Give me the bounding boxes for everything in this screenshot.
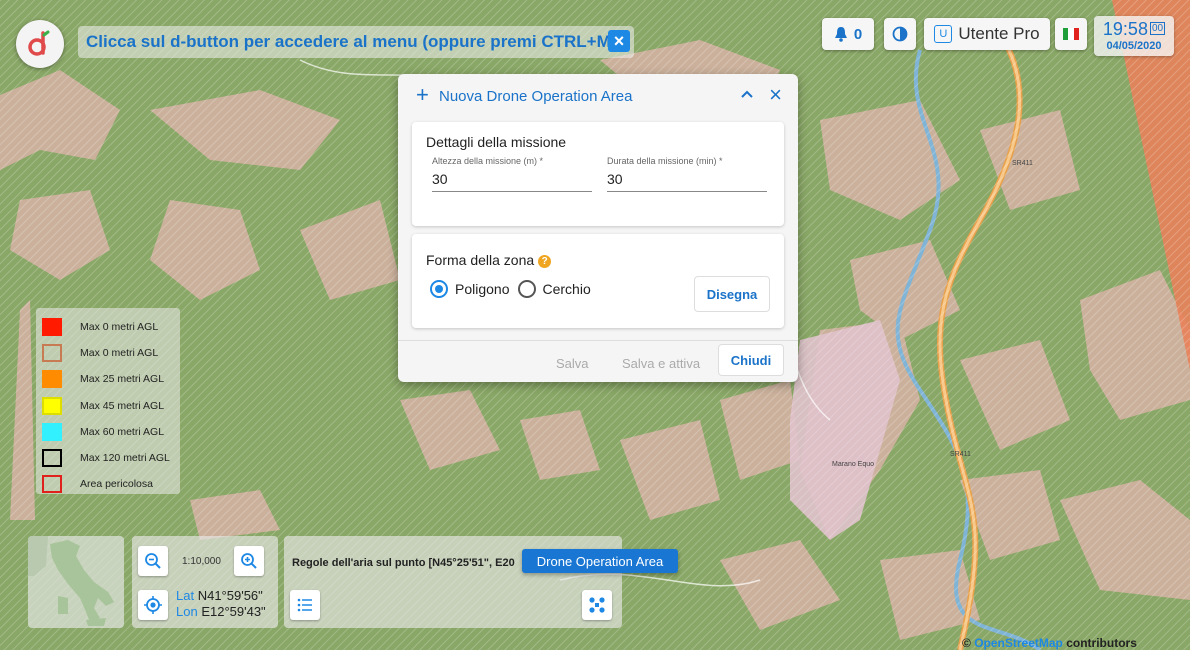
zoom-out-icon xyxy=(145,553,161,569)
save-activate-button[interactable]: Salva e attiva xyxy=(622,356,700,371)
zoom-in-icon xyxy=(241,553,257,569)
polygon-radio[interactable] xyxy=(430,280,448,298)
legend-item: Max 45 metri AGL xyxy=(42,393,180,419)
draw-button[interactable]: Disegna xyxy=(694,276,770,312)
duration-field: Durata della missione (min) * xyxy=(607,156,767,192)
legend-swatch xyxy=(42,344,62,363)
new-drone-area-dialog: + Nuova Drone Operation Area × Dettagli … xyxy=(398,74,798,382)
locate-button[interactable] xyxy=(138,590,168,620)
legend-label: Max 120 metri AGL xyxy=(80,452,170,465)
openstreetmap-link[interactable]: OpenStreetMap xyxy=(974,636,1063,650)
dialog-footer-divider xyxy=(398,340,798,341)
lat-key: Lat xyxy=(176,588,195,603)
circle-radio[interactable] xyxy=(517,280,536,298)
legend-swatch xyxy=(42,449,62,468)
legend-item: Max 120 metri AGL xyxy=(42,445,180,471)
clock-date: 04/05/2020 xyxy=(1106,40,1162,52)
drone-icon xyxy=(589,597,605,613)
theme-toggle-button[interactable] xyxy=(884,18,916,50)
menu-hint-text: Clicca sul d-button per accedere al menu… xyxy=(86,32,622,51)
legend-label: Max 60 metri AGL xyxy=(80,425,165,438)
circle-radio-label[interactable]: Cerchio xyxy=(543,281,591,297)
altitude-field: Altezza della missione (m) * xyxy=(432,156,592,192)
altitude-input[interactable] xyxy=(432,166,592,192)
legend-swatch xyxy=(42,370,62,389)
coordinates-readout: Lat N41°59'56" Lon E12°59'43" xyxy=(176,588,266,620)
close-hint-button[interactable]: × xyxy=(608,30,630,52)
altitude-legend: Max 0 metri AGL Max 0 metri AGL Max 25 m… xyxy=(36,308,180,494)
italy-map-icon xyxy=(28,536,114,626)
polygon-radio-label[interactable]: Poligono xyxy=(455,281,510,297)
mission-details-card: Dettagli della missione Altezza della mi… xyxy=(412,122,784,226)
user-badge-icon: U xyxy=(934,25,953,43)
map-label-town: Marano Equo xyxy=(832,461,875,468)
help-icon[interactable]: ? xyxy=(538,255,552,268)
save-button[interactable]: Salva xyxy=(556,356,589,371)
altitude-label: Altezza della missione (m) * xyxy=(432,156,544,166)
clock-time: 19:58 xyxy=(1102,19,1148,39)
lat-value: N41°59'56" xyxy=(197,588,263,603)
legend-item: Max 60 metri AGL xyxy=(42,419,180,445)
legend-swatch xyxy=(42,422,62,441)
dialog-title: Nuova Drone Operation Area xyxy=(439,88,633,105)
clock-seconds: 00 xyxy=(1149,22,1166,35)
contrast-icon xyxy=(892,26,908,42)
clock: 19:58 00 04/05/2020 xyxy=(1094,16,1174,56)
italy-minimap[interactable] xyxy=(28,536,124,628)
d-button[interactable] xyxy=(16,20,64,68)
zoom-in-button[interactable] xyxy=(234,546,264,576)
shape-title: Forma della zona? xyxy=(426,252,552,268)
legend-label: Max 0 metri AGL xyxy=(80,347,159,360)
zoom-out-button[interactable] xyxy=(138,546,168,576)
notifications-count: 0 xyxy=(853,25,863,43)
menu-hint-banner: Clicca sul d-button per accedere al menu… xyxy=(78,26,634,58)
list-button[interactable] xyxy=(290,590,320,620)
air-rules-text: Regole dell'aria sul punto [N45°25'51", … xyxy=(292,557,515,569)
duration-input[interactable] xyxy=(607,166,767,192)
map-label-road: SR411 xyxy=(1012,160,1033,167)
collapse-chevron-icon[interactable] xyxy=(738,86,756,104)
d-logo-icon xyxy=(28,30,50,56)
language-button[interactable] xyxy=(1055,18,1087,50)
map-attribution: © OpenStreetMap contributors xyxy=(962,636,1137,650)
close-button[interactable]: Chiudi xyxy=(718,344,784,376)
legend-swatch xyxy=(42,396,62,415)
duration-label: Durata della missione (min) * xyxy=(607,156,723,166)
scale-text: 1:10,000 xyxy=(182,556,221,567)
legend-label: Area pericolosa xyxy=(80,478,153,491)
mission-details-title: Dettagli della missione xyxy=(426,134,567,150)
shape-radio-group: Poligono Cerchio xyxy=(430,280,599,298)
crosshair-icon xyxy=(144,596,162,614)
legend-swatch xyxy=(42,475,62,494)
legend-label: Max 45 metri AGL xyxy=(80,399,165,412)
drone-area-button[interactable] xyxy=(582,590,612,620)
italy-flag-icon xyxy=(1063,28,1079,40)
map-label-road: SR411 xyxy=(950,451,971,458)
close-dialog-icon[interactable]: × xyxy=(769,84,782,106)
user-menu-button[interactable]: U Utente Pro xyxy=(924,18,1050,50)
lon-value: E12°59'43" xyxy=(201,604,266,619)
user-name: Utente Pro xyxy=(958,24,1040,43)
plus-icon: + xyxy=(416,82,429,107)
shape-card: Forma della zona? Poligono Cerchio Diseg… xyxy=(412,234,784,328)
legend-swatch xyxy=(42,318,62,337)
legend-item: Max 0 metri AGL xyxy=(42,340,180,366)
notifications-button[interactable]: 0 xyxy=(822,18,874,50)
legend-label: Max 25 metri AGL xyxy=(80,373,165,386)
legend-item: Max 25 metri AGL xyxy=(42,366,180,392)
bell-icon xyxy=(834,27,847,42)
legend-label: Max 0 metri AGL xyxy=(80,321,159,334)
legend-item: Max 0 metri AGL xyxy=(42,314,180,340)
drone-area-tooltip: Drone Operation Area xyxy=(522,549,678,573)
legend-item: Area pericolosa xyxy=(42,471,180,497)
lon-key: Lon xyxy=(176,604,198,619)
list-icon xyxy=(297,598,312,612)
